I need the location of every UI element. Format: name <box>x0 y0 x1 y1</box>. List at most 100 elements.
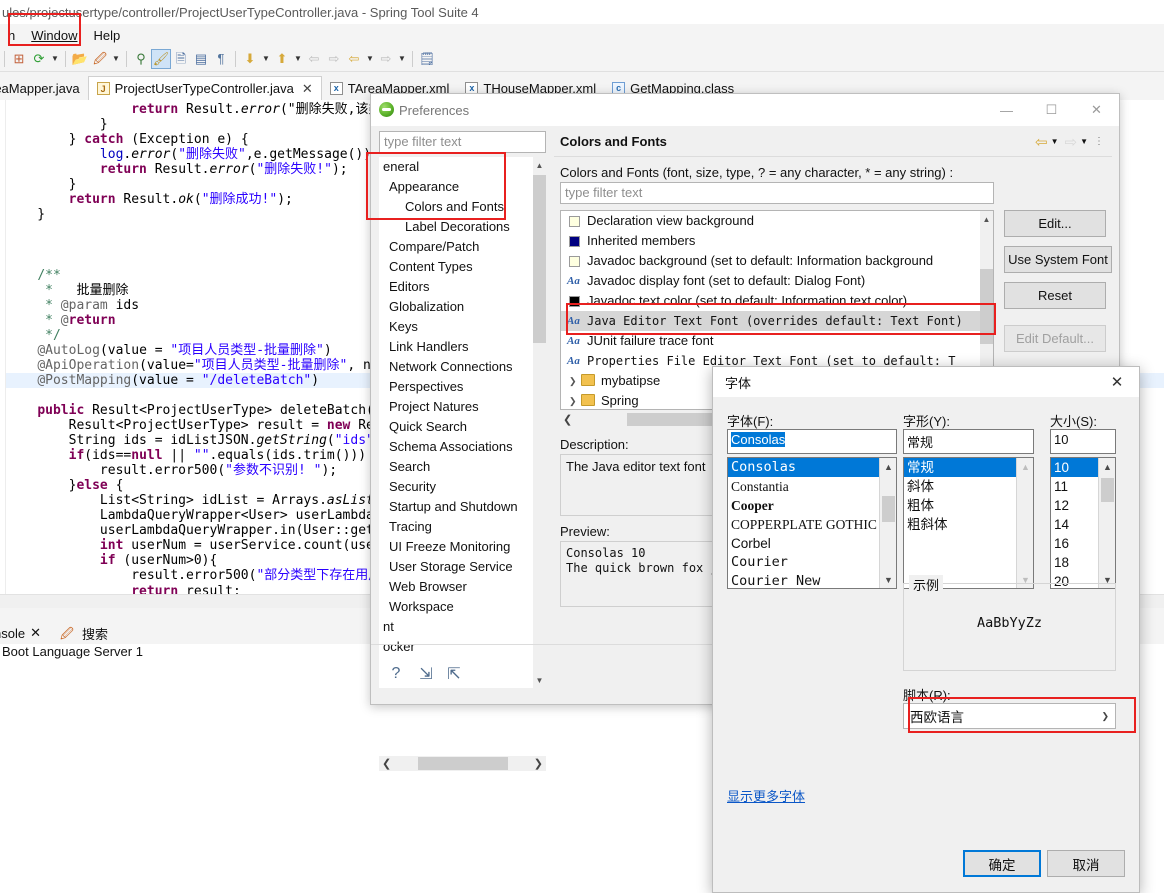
preferences-tree-item-colors-and-fonts[interactable]: Colors and Fonts <box>379 197 546 217</box>
preferences-tree-item-security[interactable]: Security <box>379 477 546 497</box>
font-size-input[interactable]: 10 <box>1050 429 1116 454</box>
reset-button[interactable]: Reset <box>1004 282 1106 309</box>
back-dropdown-icon[interactable]: ▼ <box>1051 137 1059 146</box>
font-style-scrollbar[interactable]: ▲ ▼ <box>1016 458 1033 588</box>
debug-dropdown-icon[interactable]: ▼ <box>110 49 122 69</box>
preferences-tree-item-project-natures[interactable]: Project Natures <box>379 397 546 417</box>
help-icon[interactable]: ? <box>385 663 407 685</box>
back-icon[interactable]: ⇦ <box>1035 133 1048 151</box>
preferences-tree-hscrollbar[interactable]: ❮ ❯ <box>379 756 546 771</box>
preferences-tree-item-web-browser[interactable]: Web Browser <box>379 577 546 597</box>
scrollbar-thumb[interactable] <box>1101 478 1114 502</box>
preferences-tree-item-editors[interactable]: Editors <box>379 277 546 297</box>
preferences-tree-item-perspectives[interactable]: Perspectives <box>379 377 546 397</box>
import-icon[interactable]: ⇲ <box>415 663 437 685</box>
preferences-tree-item-startup-and-shutdown[interactable]: Startup and Shutdown <box>379 497 546 517</box>
open-resource-icon[interactable]: 📂 <box>70 49 90 69</box>
new-editor-icon[interactable]: 🗒 <box>417 49 437 69</box>
editor-tab-projectusertypecontroller[interactable]: J ProjectUserTypeController.java ✕ <box>87 76 322 100</box>
editor-tab-reamapper[interactable]: reaMapper.java <box>0 76 88 100</box>
preferences-tree-item-compare-patch[interactable]: Compare/Patch <box>379 237 546 257</box>
new-java-class-icon[interactable]: 🗎 <box>171 49 191 69</box>
font-option-courier-new[interactable]: Courier New <box>728 572 896 588</box>
scroll-down-icon[interactable]: ▼ <box>880 571 896 588</box>
font-family-list[interactable]: Consolas Constantia Cooper COPPERPLATE GOTH… <box>727 457 897 589</box>
cancel-button[interactable]: 取消 <box>1047 850 1125 877</box>
use-system-font-button[interactable]: Use System Font <box>1004 246 1112 273</box>
close-button[interactable]: ✕ <box>1074 94 1119 126</box>
toggle-markoccurrences-icon[interactable]: 🖌 <box>151 48 171 69</box>
style-option-斜体[interactable]: 斜体 <box>904 477 1033 496</box>
console-tab-close-icon[interactable]: ✕ <box>30 625 41 641</box>
colors-fonts-row-declaration-view-background[interactable]: Declaration view background <box>561 211 993 231</box>
font-family-scrollbar[interactable]: ▲ ▼ <box>879 458 896 588</box>
menu-item-window[interactable]: Window <box>23 26 85 45</box>
font-option-constantia[interactable]: Constantia <box>728 477 896 496</box>
previous-annotation-icon[interactable]: ⬆ <box>272 49 292 69</box>
chevron-right-icon[interactable]: ❯ <box>569 391 577 409</box>
preferences-tree-item-quick-search[interactable]: Quick Search <box>379 417 546 437</box>
colors-fonts-row-javadoc-display-font-set-to-default-dial[interactable]: Aa Javadoc display font (set to default: … <box>561 271 993 291</box>
colors-fonts-row-junit-failure-trace-font[interactable]: Aa JUnit failure trace font <box>561 331 993 351</box>
font-style-input[interactable]: 常规 <box>903 429 1034 454</box>
style-option-常规[interactable]: 常规 <box>904 458 1033 477</box>
scroll-right-icon[interactable]: ❯ <box>534 757 546 770</box>
forward-icon[interactable]: ⇨ <box>1065 133 1078 151</box>
preferences-tree-item-search[interactable]: Search <box>379 457 546 477</box>
preferences-tree-item-eneral[interactable]: eneral <box>379 157 546 177</box>
preferences-tree-item-user-storage-service[interactable]: User Storage Service <box>379 557 546 577</box>
preferences-tree-item-link-handlers[interactable]: Link Handlers <box>379 337 546 357</box>
style-option-粗体[interactable]: 粗体 <box>904 496 1033 515</box>
close-icon[interactable]: ✕ <box>1095 367 1139 397</box>
font-style-list[interactable]: 常规 斜体 粗体 粗斜体 ▲ ▼ <box>903 457 1034 589</box>
scrollbar-thumb[interactable] <box>882 496 895 522</box>
next-annotation-icon[interactable]: ⬇ <box>240 49 260 69</box>
preferences-tree-item-keys[interactable]: Keys <box>379 317 546 337</box>
font-option-copperplate-gothic[interactable]: COPPERPLATE GOTHIC <box>728 515 896 534</box>
chevron-right-icon[interactable]: ❯ <box>569 371 577 391</box>
preferences-tree-item-ui-freeze-monitoring[interactable]: UI Freeze Monitoring <box>379 537 546 557</box>
next-annotation-dropdown-icon[interactable]: ▼ <box>260 49 272 69</box>
preferences-filter-input[interactable]: type filter text <box>379 131 546 153</box>
font-option-corbel[interactable]: Corbel <box>728 534 896 553</box>
open-type-icon[interactable]: ▤ <box>191 49 211 69</box>
preferences-tree[interactable]: eneral Appearance Colors and Fonts Label De… <box>379 157 546 688</box>
view-menu-icon[interactable]: ⋮ <box>1094 136 1104 147</box>
preferences-tree-scrollbar[interactable]: ▲ ▼ <box>533 157 546 688</box>
colors-fonts-row-java-editor-text-font-overrides-default-[interactable]: Aa Java Editor Text Font (overrides defau… <box>561 311 993 331</box>
scrollbar-thumb[interactable] <box>980 269 993 344</box>
run-icon[interactable]: ⟳ <box>29 49 49 69</box>
console-tab-search[interactable]: 🖉 搜索 <box>49 622 116 644</box>
boot-dashboard-icon[interactable]: ⚲ <box>131 49 151 69</box>
new-wizard-icon[interactable]: ⊞ <box>9 49 29 69</box>
font-size-scrollbar[interactable]: ▲ ▼ <box>1098 458 1115 588</box>
show-more-fonts-link[interactable]: 显示更多字体 <box>727 786 805 805</box>
preferences-tree-item-label-decorations[interactable]: Label Decorations <box>379 217 546 237</box>
scroll-left-icon[interactable]: ❮ <box>379 757 391 770</box>
colors-fonts-filter-input[interactable]: type filter text <box>560 182 994 204</box>
colors-fonts-row-javadoc-background-set-to-default-inform[interactable]: Javadoc background (set to default: Info… <box>561 251 993 271</box>
previous-annotation-dropdown-icon[interactable]: ▼ <box>292 49 304 69</box>
preferences-tree-item-workspace[interactable]: Workspace <box>379 597 546 617</box>
maximize-button[interactable]: ☐ <box>1029 94 1074 126</box>
back-nav-icon[interactable]: ⇦ <box>344 49 364 69</box>
style-option-粗斜体[interactable]: 粗斜体 <box>904 515 1033 534</box>
menu-item-n[interactable]: n <box>0 26 23 45</box>
preferences-tree-item-appearance[interactable]: Appearance <box>379 177 546 197</box>
back-to-icon[interactable]: ⇦ <box>304 49 324 69</box>
preferences-tree-item-tracing[interactable]: Tracing <box>379 517 546 537</box>
forward-to-icon[interactable]: ⇨ <box>324 49 344 69</box>
menu-item-help[interactable]: Help <box>85 26 128 45</box>
forward-dropdown-icon[interactable]: ▼ <box>1080 137 1088 146</box>
minimize-button[interactable]: — <box>984 94 1029 126</box>
console-tab-console[interactable]: nsole ✕ <box>0 622 49 644</box>
scroll-up-icon[interactable]: ▲ <box>1099 458 1115 475</box>
font-option-cooper[interactable]: Cooper <box>728 496 896 515</box>
forward-nav-icon[interactable]: ⇨ <box>376 49 396 69</box>
colors-fonts-row-javadoc-text-color-set-to-default-inform[interactable]: Javadoc text color (set to default: Info… <box>561 291 993 311</box>
preferences-tree-item-globalization[interactable]: Globalization <box>379 297 546 317</box>
scroll-up-icon[interactable]: ▲ <box>880 458 896 475</box>
scroll-up-icon[interactable]: ▲ <box>533 157 546 173</box>
font-family-input[interactable]: Consolas <box>727 429 897 454</box>
edit-button[interactable]: Edit... <box>1004 210 1106 237</box>
